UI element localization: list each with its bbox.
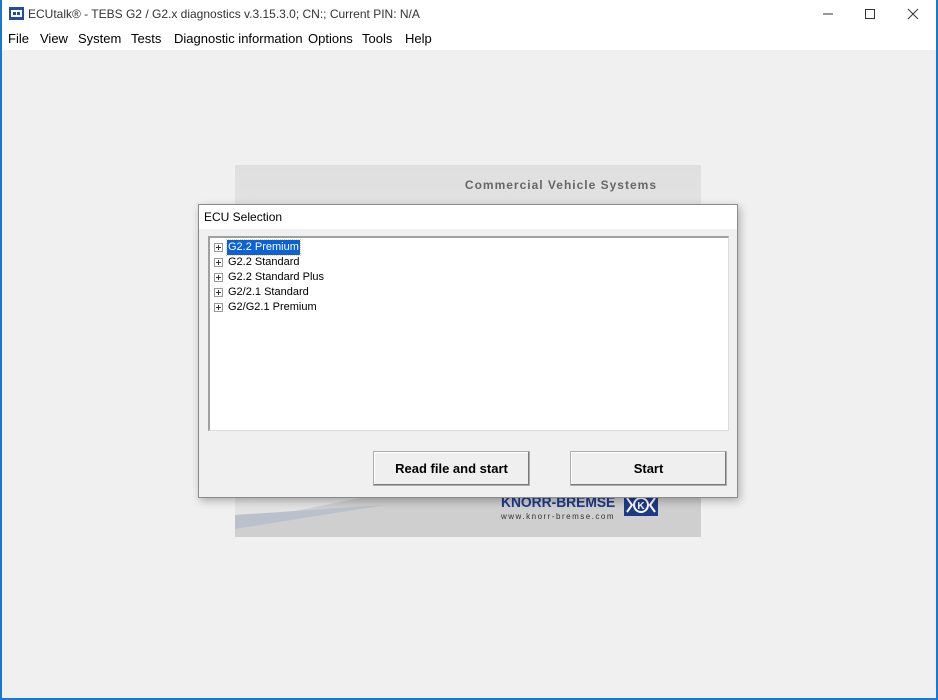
tree-item-label[interactable]: G2.2 Standard <box>227 255 301 270</box>
menu-bar: File View System Tests Diagnostic inform… <box>2 28 936 50</box>
tree-item-label[interactable]: G2.2 Standard Plus <box>227 270 325 285</box>
maximize-icon <box>865 9 875 19</box>
maximize-button[interactable] <box>848 0 892 28</box>
title-bar[interactable]: ECUtalk® - TEBS G2 / G2.x diagnostics v.… <box>2 0 936 28</box>
menu-options[interactable]: Options <box>308 31 353 46</box>
close-button[interactable] <box>891 0 935 28</box>
tree-item-label[interactable]: G2.2 Premium <box>226 239 301 256</box>
read-file-and-start-button[interactable]: Read file and start <box>373 451 530 486</box>
app-window: ECUtalk® - TEBS G2 / G2.x diagnostics v.… <box>2 0 936 698</box>
expand-plus-icon[interactable] <box>214 243 223 252</box>
menu-view[interactable]: View <box>40 31 68 46</box>
menu-tools[interactable]: Tools <box>362 31 392 46</box>
expand-plus-icon[interactable] <box>214 303 223 312</box>
splash-caption: Commercial Vehicle Systems <box>464 178 657 192</box>
ecu-selection-dialog: ECU Selection G2.2 Premium G2.2 Standard… <box>198 204 738 498</box>
ecutalk-app-icon <box>9 7 24 20</box>
menu-help[interactable]: Help <box>405 31 432 46</box>
menu-system[interactable]: System <box>78 31 121 46</box>
tree-item-label[interactable]: G2/2.1 Standard <box>227 285 310 300</box>
dialog-title: ECU Selection <box>204 210 283 224</box>
menu-tests[interactable]: Tests <box>131 31 161 46</box>
ecu-tree-view[interactable]: G2.2 Premium G2.2 Standard G2.2 Standard… <box>208 236 729 431</box>
svg-text:K: K <box>637 501 645 512</box>
dialog-title-bar[interactable]: ECU Selection <box>199 205 737 229</box>
expand-plus-icon[interactable] <box>214 288 223 297</box>
start-button[interactable]: Start <box>570 451 727 486</box>
brand-url: www.knorr-bremse.com <box>501 512 616 521</box>
minimize-icon <box>823 13 833 15</box>
expand-plus-icon[interactable] <box>214 273 223 282</box>
tree-item-label[interactable]: G2/G2.1 Premium <box>227 300 318 315</box>
menu-diagnostic-information[interactable]: Diagnostic information <box>174 31 303 46</box>
knorr-bremse-logo: KNORR-BREMSE www.knorr-bremse.com K <box>501 494 661 534</box>
close-icon <box>907 8 919 20</box>
window-title: ECUtalk® - TEBS G2 / G2.x diagnostics v.… <box>28 7 420 21</box>
minimize-button[interactable] <box>806 0 850 28</box>
client-area: Commercial Vehicle Systems KNORR-BREMSE … <box>2 50 936 698</box>
expand-plus-icon[interactable] <box>214 258 223 267</box>
menu-file[interactable]: File <box>8 31 29 46</box>
